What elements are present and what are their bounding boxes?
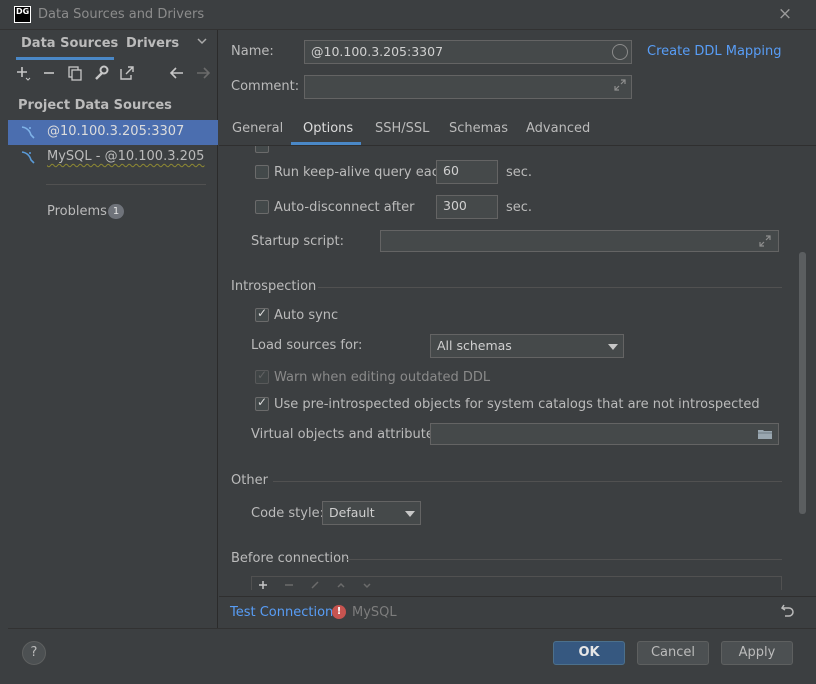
sidebar-divider (46, 184, 206, 185)
add-icon[interactable] (258, 579, 268, 589)
tab-schemas[interactable]: Schemas (449, 121, 508, 136)
ok-button[interactable]: OK (553, 641, 625, 665)
keepalive-label: Run keep-alive query each (274, 165, 448, 180)
mysql-icon (20, 124, 36, 140)
virtual-objects-input[interactable] (430, 423, 779, 445)
data-source-item[interactable]: MySQL - @10.100.3.205 (8, 145, 218, 170)
back-icon[interactable] (168, 64, 186, 82)
test-connection-link[interactable]: Test Connection (230, 605, 333, 620)
active-tab-indicator (16, 57, 114, 60)
tab-drivers[interactable]: Drivers (126, 36, 179, 51)
problems-item[interactable]: Problems (47, 204, 107, 219)
code-style-select[interactable]: Default (322, 501, 421, 525)
create-ddl-mapping-link[interactable]: Create DDL Mapping (647, 44, 782, 59)
options-panel: Run keep-alive query each 60 sec. Auto-d… (219, 146, 797, 590)
expand-icon[interactable] (614, 79, 626, 94)
startup-script-label: Startup script: (251, 234, 344, 249)
load-sources-select[interactable]: All schemas (430, 334, 624, 358)
remove-icon (284, 579, 294, 589)
virtual-objects-label: Virtual objects and attributes: (251, 427, 446, 442)
wrench-icon[interactable] (92, 64, 110, 82)
tab-options[interactable]: Options (303, 121, 353, 136)
app-logo: DG (14, 6, 31, 23)
pre-introspected-label: Use pre-introspected objects for system … (274, 397, 760, 412)
panel-divider (219, 596, 816, 597)
name-input[interactable]: @10.100.3.205:3307 (304, 40, 632, 64)
help-button[interactable]: ? (22, 641, 46, 665)
tab-general[interactable]: General (232, 121, 283, 136)
dropdown-arrow-icon (608, 344, 618, 350)
close-icon[interactable]: × (776, 5, 794, 23)
problems-count-badge: 1 (108, 204, 124, 219)
tab-data-sources[interactable]: Data Sources (21, 36, 118, 51)
section-divider (346, 559, 782, 560)
forward-icon (194, 64, 212, 82)
window-title: Data Sources and Drivers (38, 7, 205, 22)
sidebar: Data Sources Drivers Project Data Source… (8, 30, 218, 628)
move-up-icon (336, 579, 346, 589)
auto-disconnect-unit: sec. (506, 200, 533, 215)
name-label: Name: (231, 44, 274, 59)
move-down-icon (362, 579, 372, 589)
data-source-item[interactable]: @10.100.3.205:3307 (8, 120, 218, 145)
comment-input[interactable] (304, 75, 632, 99)
vertical-scrollbar[interactable] (799, 252, 806, 514)
mysql-icon (20, 149, 36, 165)
keepalive-checkbox[interactable] (255, 165, 269, 179)
auto-disconnect-checkbox[interactable] (255, 200, 269, 214)
project-data-sources-title: Project Data Sources (18, 98, 172, 113)
tab-ssh-ssl[interactable]: SSH/SSL (375, 121, 429, 136)
keepalive-seconds-input[interactable]: 60 (436, 160, 498, 184)
auto-disconnect-seconds-input[interactable]: 300 (436, 195, 498, 219)
warn-outdated-ddl-checkbox (255, 368, 269, 384)
before-connection-tasks-list (251, 576, 782, 590)
edit-icon (310, 579, 320, 589)
pre-introspected-checkbox[interactable] (255, 395, 269, 411)
startup-script-input[interactable] (380, 230, 779, 252)
code-style-value: Default (329, 505, 375, 520)
dropdown-arrow-icon (405, 511, 415, 517)
tab-advanced[interactable]: Advanced (526, 121, 590, 136)
auto-sync-checkbox[interactable] (255, 306, 269, 322)
data-source-label: @10.100.3.205:3307 (47, 124, 185, 139)
expand-icon[interactable] (759, 235, 771, 250)
auto-disconnect-label: Auto-disconnect after (274, 200, 415, 215)
comment-label: Comment: (231, 79, 300, 94)
checkbox[interactable] (255, 146, 269, 153)
before-connection-section-title: Before connection (231, 551, 350, 566)
folder-icon[interactable] (757, 428, 773, 444)
error-icon: ! (332, 605, 346, 619)
export-icon[interactable] (118, 64, 136, 82)
remove-icon[interactable] (40, 64, 58, 82)
color-circle-icon[interactable] (612, 44, 628, 60)
code-style-label: Code style: (251, 506, 324, 521)
section-divider (273, 481, 782, 482)
apply-button[interactable]: Apply (721, 641, 793, 665)
load-sources-label: Load sources for: (251, 338, 363, 353)
other-section-title: Other (231, 473, 268, 488)
introspection-section-title: Introspection (231, 279, 317, 294)
auto-sync-label: Auto sync (274, 308, 339, 323)
data-source-label: MySQL - @10.100.3.205 (47, 149, 205, 164)
chevron-down-icon[interactable] (196, 35, 208, 50)
add-icon[interactable] (14, 64, 32, 82)
revert-icon[interactable] (780, 602, 796, 622)
cancel-button[interactable]: Cancel (637, 641, 709, 665)
section-divider (318, 287, 782, 288)
driver-label: MySQL (352, 605, 397, 620)
warn-outdated-ddl-label: Warn when editing outdated DDL (274, 370, 491, 385)
keepalive-unit: sec. (506, 165, 533, 180)
load-sources-value: All schemas (437, 338, 512, 353)
duplicate-icon[interactable] (66, 64, 84, 82)
